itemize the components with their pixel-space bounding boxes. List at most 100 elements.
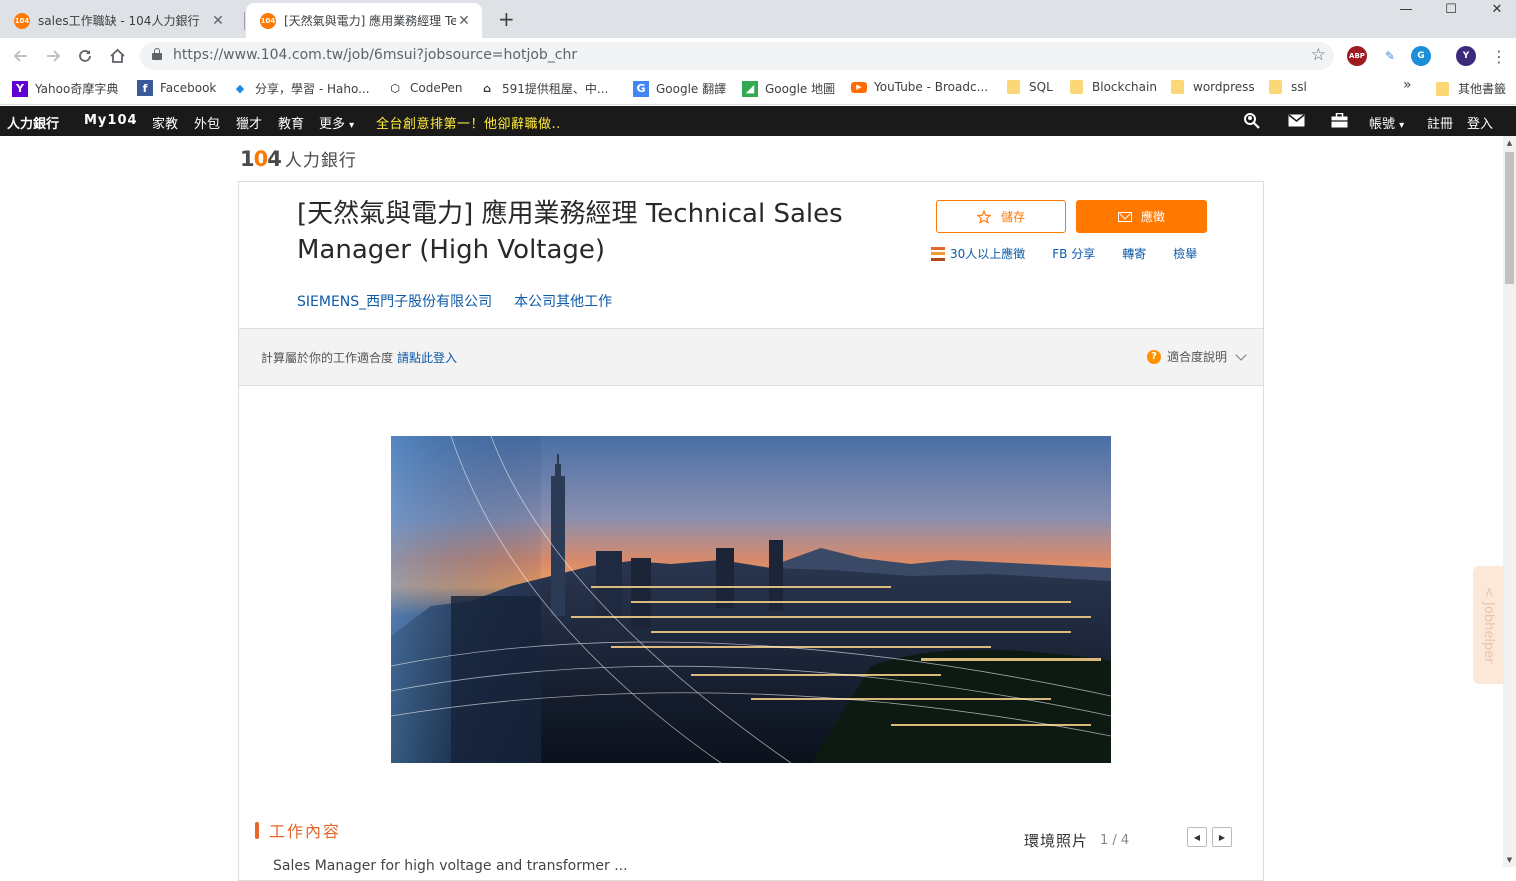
browser-tab-job[interactable]: 104 [天然氣與電力] 應用業務經理 Te ✕ — [246, 3, 482, 38]
nav-promo-link[interactable]: 全台創意排第一！他卻辭職做.. — [376, 113, 561, 132]
104-logo[interactable]: 104 人力銀行 — [240, 146, 357, 172]
folder-icon — [1436, 81, 1449, 96]
applicants-link[interactable]: 30人以上應徵 — [950, 245, 1025, 262]
caret-down-icon: ▾ — [1399, 120, 1405, 131]
bookmark-label: Facebook — [160, 81, 217, 95]
logo-text: 人力銀行 — [284, 151, 357, 171]
save-button[interactable]: 儲存 — [936, 200, 1066, 233]
tab-close-icon[interactable]: ✕ — [210, 13, 226, 29]
bookmark-label: ssl — [1291, 80, 1307, 94]
minimize-button[interactable]: — — [1383, 0, 1429, 20]
browser-tab-sales[interactable]: 104 sales工作職缺 - 104人力銀行 ✕ — [0, 3, 236, 38]
fb-share-link[interactable]: FB 分享 — [1052, 245, 1095, 262]
new-tab-button[interactable]: + — [498, 8, 515, 30]
talent-search-icon[interactable] — [1242, 112, 1262, 133]
section-marker — [255, 821, 259, 839]
job-card: [天然氣與電力] 應用業務經理 Technical Sales Manager … — [238, 181, 1264, 881]
bookmark-google-maps[interactable]: ◢ Google 地圖 — [742, 80, 835, 97]
account-label: 帳號 — [1369, 117, 1396, 132]
chevron-down-icon — [1235, 348, 1247, 361]
envelope-icon — [1117, 211, 1132, 222]
bookmark-star-icon[interactable]: ☆ — [1311, 45, 1326, 65]
bookmark-codepen[interactable]: ⬡ CodePen — [387, 80, 462, 96]
mail-icon[interactable] — [1288, 114, 1305, 131]
bookmark-youtube[interactable]: ▶ YouTube - Broadc... — [851, 80, 988, 94]
forward-link[interactable]: 轉寄 — [1122, 245, 1146, 262]
nav-login[interactable]: 登入 — [1467, 113, 1493, 132]
bookmark-label: 其他書籤 — [1458, 82, 1507, 96]
bookmark-label: Google 翻譯 — [656, 82, 727, 96]
scroll-up-arrow-icon[interactable]: ▲ — [1503, 136, 1516, 150]
briefcase-icon[interactable] — [1331, 112, 1348, 132]
facebook-icon: f — [137, 80, 153, 96]
bookmark-label: YouTube - Broadc... — [874, 80, 989, 94]
codepen-icon: ⬡ — [390, 81, 400, 95]
nav-my104[interactable]: My104 — [84, 113, 138, 128]
company-name-link[interactable]: SIEMENS_西門子股份有限公司 — [297, 291, 492, 311]
report-link[interactable]: 檢舉 — [1173, 245, 1197, 262]
window-close-button[interactable]: ✕ — [1474, 0, 1516, 20]
google-translate-icon: G — [633, 80, 649, 97]
nav-brand-link[interactable]: 人力銀行 — [0, 106, 70, 136]
bookmark-folder-sql[interactable]: SQL — [1007, 80, 1053, 94]
yahoo-icon: Y — [12, 80, 28, 97]
profile-avatar[interactable]: Y — [1456, 46, 1476, 66]
folder-icon — [1007, 80, 1020, 94]
nav-education[interactable]: 教育 — [278, 113, 304, 132]
maximize-button[interactable]: ☐ — [1428, 0, 1474, 20]
nav-more[interactable]: 更多 ▾ — [319, 113, 354, 132]
bookmark-folder-blockchain[interactable]: Blockchain — [1070, 80, 1157, 94]
nav-headhunt[interactable]: 獵才 — [236, 113, 262, 132]
reload-icon[interactable] — [73, 44, 97, 68]
grammarly-extension-icon[interactable]: G — [1411, 46, 1431, 66]
fit-help-label: 適合度說明 — [1166, 350, 1227, 364]
applicant-bars-icon — [931, 246, 945, 261]
lock-icon[interactable] — [152, 48, 162, 60]
house-icon: ⌂ — [483, 82, 491, 95]
fit-help-toggle[interactable]: ? 適合度說明 — [1146, 348, 1247, 365]
bookmark-label: Blockchain — [1092, 80, 1157, 94]
nav-account[interactable]: 帳號 ▾ — [1369, 113, 1404, 132]
nav-outsource[interactable]: 外包 — [194, 113, 220, 132]
bookmark-folder-wordpress[interactable]: wordpress — [1171, 80, 1255, 94]
fit-login-link[interactable]: 請點此登入 — [397, 351, 457, 365]
bookmark-facebook[interactable]: f Facebook — [137, 80, 216, 96]
adblock-extension-icon[interactable]: ABP — [1347, 46, 1367, 66]
photos-pager: 1 / 4 — [1100, 833, 1130, 848]
page-scrollbar[interactable]: ▲ ▼ — [1503, 136, 1516, 867]
url-text[interactable]: https://www.104.com.tw/job/6msui?jobsour… — [173, 47, 577, 63]
back-arrow-icon[interactable] — [9, 44, 33, 68]
scrollbar-thumb[interactable] — [1505, 152, 1514, 284]
jobhelper-side-tab[interactable]: < Jobhelper — [1473, 566, 1504, 684]
104-favicon-icon: 104 — [14, 12, 30, 29]
nav-more-label: 更多 — [319, 117, 346, 132]
bookmarks-overflow-button[interactable]: » — [1403, 77, 1412, 93]
question-icon: ? — [1146, 349, 1161, 364]
fit-label: 計算屬於你的工作適合度 請點此登入 — [261, 351, 458, 365]
menu-kebab-icon[interactable]: ⋮ — [1487, 44, 1511, 68]
bookmark-label: Google 地圖 — [765, 82, 836, 96]
bookmark-591[interactable]: ⌂ 591提供租屋、中... — [479, 80, 608, 97]
nav-tutor[interactable]: 家教 — [152, 113, 178, 132]
bookmark-folder-ssl[interactable]: ssl — [1269, 80, 1307, 94]
photos-prev-button[interactable]: ◀ — [1187, 827, 1207, 847]
environment-photos-header: 環境照片 1 / 4 ◀ ▶ — [1024, 827, 1232, 851]
bookmark-google-translate[interactable]: G Google 翻譯 — [633, 80, 726, 97]
apply-button[interactable]: 應徵 — [1076, 200, 1207, 233]
tab-close-icon[interactable]: ✕ — [456, 13, 472, 29]
folder-icon — [1269, 80, 1282, 94]
nav-register[interactable]: 註冊 — [1427, 113, 1453, 132]
translate-extension-icon[interactable]: ✎ — [1380, 46, 1400, 66]
home-icon[interactable] — [105, 44, 129, 68]
bookmark-hahow[interactable]: ◆ 分享，學習 - Haho... — [232, 80, 370, 97]
other-bookmarks-folder[interactable]: 其他書籤 — [1436, 80, 1506, 97]
photos-next-button[interactable]: ▶ — [1212, 827, 1232, 847]
tab-title: [天然氣與電力] 應用業務經理 Te — [284, 14, 456, 28]
bookmark-yahoo[interactable]: Y Yahoo奇摩字典 — [12, 80, 118, 97]
folder-icon — [1171, 80, 1184, 94]
address-bar[interactable]: https://www.104.com.tw/job/6msui?jobsour… — [140, 42, 1334, 70]
scroll-down-arrow-icon[interactable]: ▼ — [1503, 853, 1516, 867]
other-jobs-link[interactable]: 本公司其他工作 — [514, 291, 612, 311]
forward-arrow-icon[interactable] — [41, 44, 65, 68]
job-actions: 30人以上應徵 FB 分享 轉寄 檢舉 — [931, 245, 1224, 262]
